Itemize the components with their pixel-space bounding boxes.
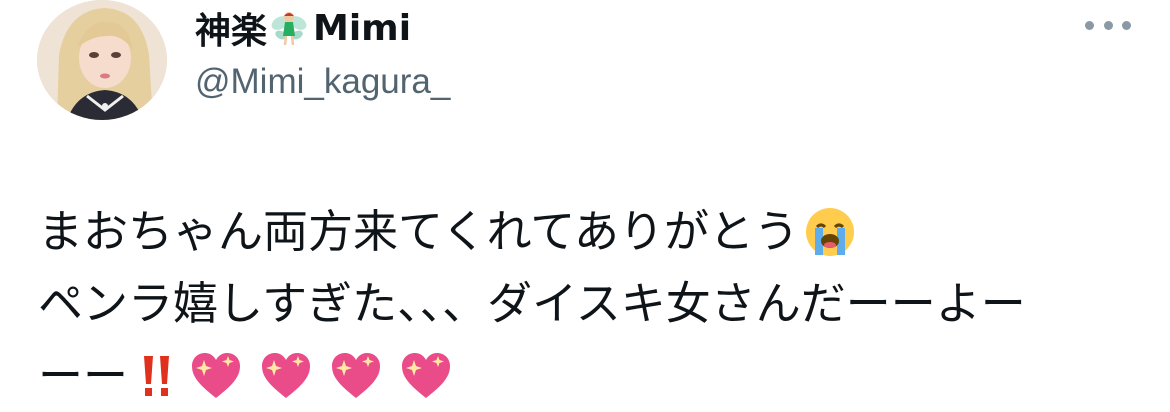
more-horizontal-icon-dot [1103, 20, 1113, 30]
tweet-line-3: ーー [38, 340, 1158, 412]
sparkling-heart-emoji-icon [188, 350, 244, 402]
sparkling-heart-emoji-icon [398, 350, 454, 402]
display-name[interactable]: 神楽 Mimi [195, 6, 412, 53]
more-horizontal-icon-dot [1085, 20, 1094, 30]
tweet: 神楽 Mimi @Mimi_kagura_ まおちゃん両方来てくれてありがとう [0, 0, 1170, 402]
double-exclamation-emoji-icon [140, 352, 174, 400]
user-handle[interactable]: @Mimi_kagura_ [195, 62, 450, 102]
display-name-prefix: 神楽 [195, 11, 268, 52]
tweet-text: まおちゃん両方来てくれてありがとう ペンラ嬉しすぎた、、、ダイスキ女さんだーーよ… [38, 196, 1158, 412]
sparkling-heart-emoji-icon [258, 350, 314, 402]
tweet-line-2: ペンラ嬉しすぎた、、、ダイスキ女さんだーーよー [38, 268, 1158, 340]
avatar[interactable] [37, 0, 167, 120]
fairy-emoji-icon [269, 8, 309, 48]
sparkling-heart-emoji-icon [328, 350, 384, 402]
display-name-suffix: Mimi [313, 7, 412, 49]
tweet-line-3-text: ーー [38, 349, 129, 402]
tweet-line-1-text: まおちゃん両方来てくれてありがとう [38, 205, 799, 258]
more-options-button[interactable] [1085, 12, 1131, 38]
crying-face-emoji-icon [803, 205, 857, 259]
tweet-line-2-text: ペンラ嬉しすぎた、、、ダイスキ女さんだーーよー [38, 277, 1026, 330]
more-horizontal-icon-dot [1122, 20, 1131, 30]
tweet-line-1: まおちゃん両方来てくれてありがとう [38, 196, 1158, 268]
